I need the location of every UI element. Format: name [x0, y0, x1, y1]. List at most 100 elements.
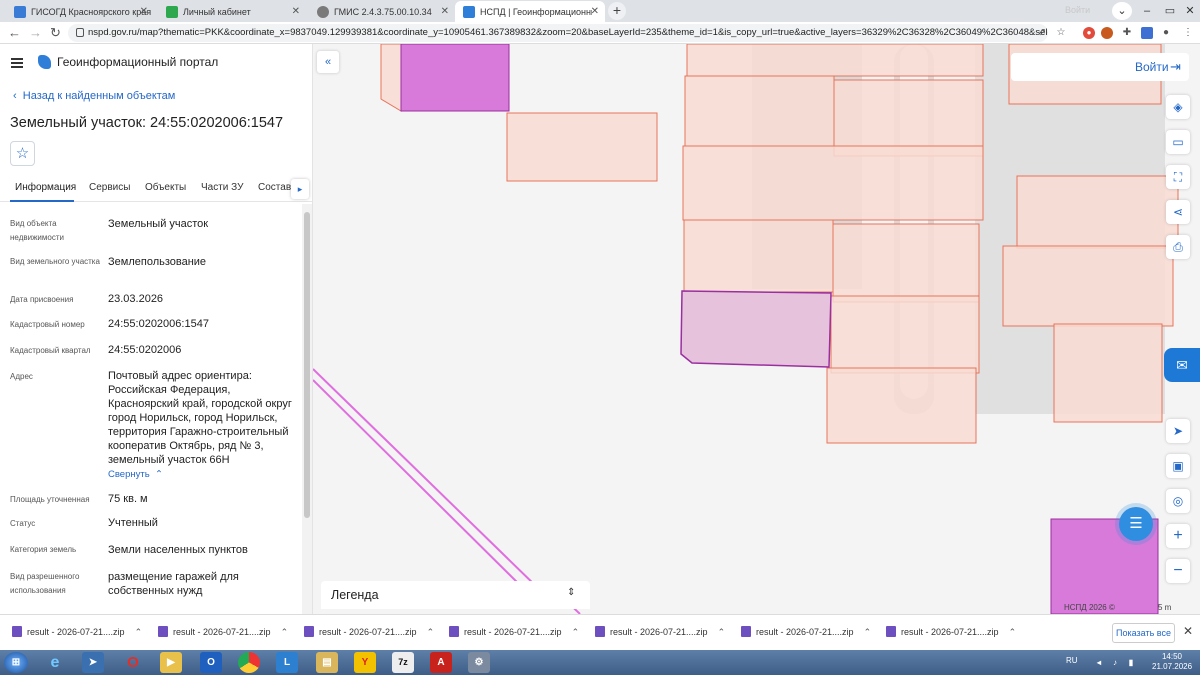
parcel-polygon[interactable]: [833, 79, 984, 157]
back-to-results-link[interactable]: ‹ Назад к найденным объектам: [13, 90, 175, 102]
lock-icon[interactable]: [76, 28, 84, 37]
extension-icon[interactable]: ●: [1083, 27, 1095, 39]
chevron-up-icon[interactable]: ⌃: [427, 627, 435, 637]
collapse-link[interactable]: Свернуть ⌃: [108, 469, 163, 480]
tab-services[interactable]: Сервисы: [89, 182, 130, 193]
login-button[interactable]: Войти: [1135, 60, 1169, 74]
chevron-up-icon[interactable]: ⌃: [135, 627, 143, 637]
close-downloads-icon[interactable]: ✕: [1183, 624, 1193, 638]
parcel-polygon[interactable]: [380, 44, 402, 112]
browser-tab-gisogd[interactable]: ГИСОГД Красноярского края ✕: [6, 1, 154, 22]
parcel-polygon[interactable]: [1053, 323, 1163, 423]
download-item[interactable]: result - 2026-07-21....zip ⌃: [12, 626, 142, 638]
zoom-out-icon[interactable]: −: [1166, 559, 1190, 583]
select-area-icon[interactable]: ⛶: [1166, 165, 1190, 189]
app-icon[interactable]: ⚙: [468, 652, 490, 673]
selected-parcel[interactable]: [680, 290, 832, 368]
chevron-up-icon[interactable]: ⌃: [1009, 627, 1017, 637]
minimize-icon[interactable]: –: [1137, 2, 1157, 20]
close-icon[interactable]: ✕: [140, 6, 148, 17]
hamburger-menu-icon[interactable]: [11, 58, 23, 68]
sidebar-icon[interactable]: [1141, 27, 1153, 39]
extension-icon[interactable]: [1101, 27, 1113, 39]
file-explorer-icon[interactable]: ▤: [316, 652, 338, 673]
share-icon[interactable]: ⇗: [1036, 27, 1048, 39]
7zip-icon[interactable]: 7z: [392, 652, 414, 673]
browser-tab-cabinet[interactable]: Личный кабинет ✕: [158, 1, 306, 22]
back-arrow-icon[interactable]: ←: [8, 25, 21, 40]
geolocation-icon[interactable]: ➤: [1166, 419, 1190, 443]
pdf-reader-icon[interactable]: A: [430, 652, 452, 673]
app-arrow-icon[interactable]: ➤: [82, 652, 104, 673]
network-icon[interactable]: ▮: [1124, 652, 1138, 673]
parcel-polygon[interactable]: [682, 145, 984, 221]
parcel-polygon[interactable]: [826, 367, 977, 444]
download-item[interactable]: result - 2026-07-21....zip ⌃: [449, 626, 579, 638]
close-icon[interactable]: ✕: [292, 6, 300, 17]
panel-scrollbar-thumb[interactable]: [304, 212, 310, 518]
map-canvas[interactable]: [313, 44, 1200, 614]
chevron-up-icon[interactable]: ⌃: [572, 627, 580, 637]
layers-icon[interactable]: ◈: [1166, 95, 1190, 119]
yandex-browser-icon[interactable]: Y: [354, 652, 376, 673]
parcel-polygon[interactable]: [684, 75, 835, 147]
collapse-panel-icon[interactable]: «: [317, 51, 339, 73]
media-player-icon[interactable]: ▶: [160, 652, 182, 673]
maximize-icon[interactable]: ▭: [1160, 2, 1180, 20]
internet-explorer-icon[interactable]: e: [44, 652, 66, 673]
search-location-icon[interactable]: ◎: [1166, 489, 1190, 513]
parcel-polygon[interactable]: [832, 223, 980, 303]
download-item[interactable]: result - 2026-07-21....zip ⌃: [595, 626, 725, 638]
window-close-icon[interactable]: ✕: [1180, 2, 1200, 20]
chevron-up-icon[interactable]: ⌃: [864, 627, 872, 637]
portal-logo-icon[interactable]: [38, 55, 51, 69]
tab-composition[interactable]: Состав: [258, 182, 291, 193]
url-input[interactable]: nspd.gov.ru/map?thematic=PKK&coordinate_…: [68, 24, 1048, 42]
lotus-icon[interactable]: L: [276, 652, 298, 673]
show-all-downloads-button[interactable]: Показать все: [1112, 623, 1175, 643]
chat-icon[interactable]: ☰: [1119, 507, 1153, 541]
tab-parts[interactable]: Части ЗУ: [201, 182, 243, 193]
parcel-polygon[interactable]: [830, 295, 980, 374]
browser-tab-gmis[interactable]: ГМИС 2.4.3.75.00.10.34 ✕: [309, 1, 455, 22]
tabs-scroll-right-icon[interactable]: ▸: [291, 179, 309, 199]
download-item[interactable]: result - 2026-07-21....zip ⌃: [886, 626, 1016, 638]
outlook-icon[interactable]: O: [200, 652, 222, 673]
new-tab-button[interactable]: +: [608, 2, 626, 20]
close-icon[interactable]: ✕: [591, 6, 599, 17]
reload-icon[interactable]: ↻: [50, 25, 61, 41]
language-indicator[interactable]: RU: [1066, 656, 1078, 665]
start-button-icon[interactable]: ⊞: [4, 652, 28, 673]
tray-arrow-icon[interactable]: ◂: [1092, 652, 1106, 673]
portal-title[interactable]: Геоинформационный портал: [57, 55, 218, 69]
volume-icon[interactable]: ♪: [1108, 652, 1122, 673]
download-item[interactable]: result - 2026-07-21....zip ⌃: [741, 626, 871, 638]
opera-icon[interactable]: O: [122, 652, 144, 673]
login-arrow-icon[interactable]: ⇥: [1170, 59, 1181, 75]
parcel-polygon[interactable]: [1016, 175, 1179, 249]
parcel-polygon[interactable]: [506, 112, 658, 182]
favorite-star-icon[interactable]: ☆: [10, 141, 35, 166]
parcel-polygon[interactable]: [1002, 245, 1174, 327]
magenta-parcel[interactable]: [400, 44, 510, 112]
print-icon[interactable]: ⎙: [1166, 235, 1190, 259]
close-icon[interactable]: ✕: [441, 6, 449, 17]
parcel-polygon[interactable]: [683, 219, 834, 293]
download-item[interactable]: result - 2026-07-21....zip ⌃: [304, 626, 434, 638]
menu-dots-icon[interactable]: ⋮: [1182, 27, 1194, 39]
browser-tab-nspd[interactable]: НСПД | Геоинформационный п... ✕: [455, 1, 605, 22]
chrome-icon[interactable]: [238, 652, 260, 673]
zoom-in-icon[interactable]: +: [1166, 524, 1190, 548]
bookmark-star-icon[interactable]: ☆: [1055, 27, 1067, 39]
tab-objects[interactable]: Объекты: [145, 182, 186, 193]
system-clock[interactable]: 14:50 21.07.2026: [1152, 652, 1192, 672]
download-item[interactable]: result - 2026-07-21....zip ⌃: [158, 626, 288, 638]
service-badge-icon[interactable]: ✉: [1164, 348, 1200, 382]
expand-updown-icon[interactable]: ⇕: [567, 587, 575, 598]
tab-search-icon[interactable]: ⌄: [1112, 2, 1132, 20]
puzzle-icon[interactable]: ✚: [1121, 27, 1133, 39]
chevron-up-icon[interactable]: ⌃: [718, 627, 726, 637]
chevron-up-icon[interactable]: ⌃: [281, 627, 289, 637]
minimap-icon[interactable]: ▣: [1166, 454, 1190, 478]
parcel-polygon[interactable]: [686, 44, 984, 77]
